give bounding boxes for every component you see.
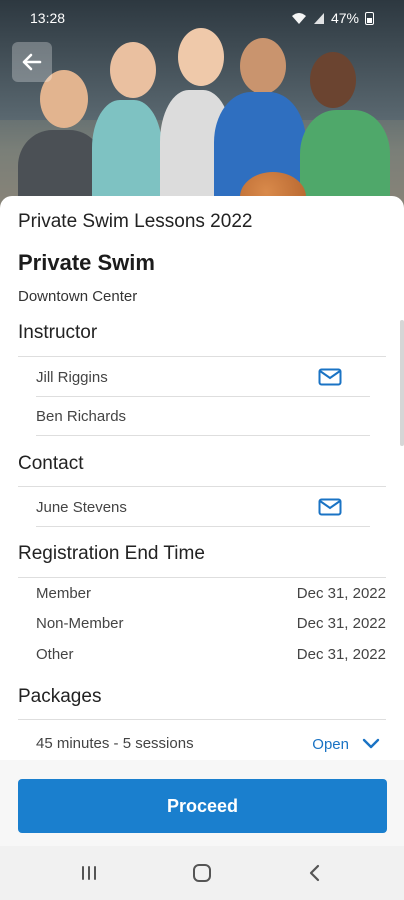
divider	[18, 577, 386, 578]
divider	[36, 396, 370, 397]
package-label: 45 minutes - 5 sessions	[36, 735, 194, 752]
contact-name: June Stevens	[36, 499, 127, 516]
recent-apps-icon	[82, 866, 96, 880]
details-content: Private Swim Lessons 2022 Private Swim D…	[0, 0, 404, 760]
divider	[18, 356, 386, 357]
packages-heading: Packages	[18, 686, 102, 707]
status-bar: 13:28 47%	[0, 0, 404, 36]
registration-label: Member	[36, 585, 92, 602]
chevron-down-icon[interactable]	[362, 738, 380, 750]
instructor-name: Jill Riggins	[36, 369, 108, 386]
contact-heading: Contact	[18, 453, 84, 474]
home-button[interactable]	[189, 860, 215, 886]
instructor-name: Ben Richards	[36, 408, 127, 425]
registration-label: Other	[36, 646, 74, 663]
back-nav-button[interactable]	[302, 860, 328, 886]
signal-icon	[313, 13, 324, 24]
divider	[18, 486, 386, 487]
proceed-button[interactable]: Proceed	[18, 779, 387, 833]
instructor-heading: Instructor	[18, 322, 98, 343]
back-button[interactable]	[12, 42, 52, 82]
registration-heading: Registration End Time	[18, 543, 205, 564]
registration-date: Dec 31, 2022	[296, 646, 386, 663]
package-row[interactable]: 45 minutes - 5 sessions Open	[0, 722, 404, 760]
registration-label: Non-Member	[36, 615, 124, 632]
system-nav-bar	[0, 846, 404, 900]
mail-icon[interactable]	[318, 368, 342, 386]
status-time: 13:28	[30, 10, 66, 26]
recent-apps-button[interactable]	[76, 860, 102, 886]
divider	[36, 526, 370, 527]
registration-date: Dec 31, 2022	[296, 615, 386, 632]
divider	[18, 719, 386, 720]
back-nav-icon	[309, 864, 320, 882]
class-name: Private Swim	[18, 250, 155, 275]
mail-icon[interactable]	[318, 498, 342, 516]
home-icon	[193, 864, 211, 882]
wifi-icon	[291, 13, 306, 24]
package-status-link[interactable]: Open	[312, 736, 349, 753]
location-label: Downtown Center	[18, 288, 138, 305]
divider	[36, 435, 370, 436]
program-title: Private Swim Lessons 2022	[18, 211, 253, 232]
battery-icon	[365, 11, 374, 25]
registration-date: Dec 31, 2022	[296, 585, 386, 602]
scrollbar[interactable]	[400, 320, 404, 446]
battery-percent: 47%	[330, 10, 359, 26]
back-arrow-icon	[22, 53, 42, 71]
